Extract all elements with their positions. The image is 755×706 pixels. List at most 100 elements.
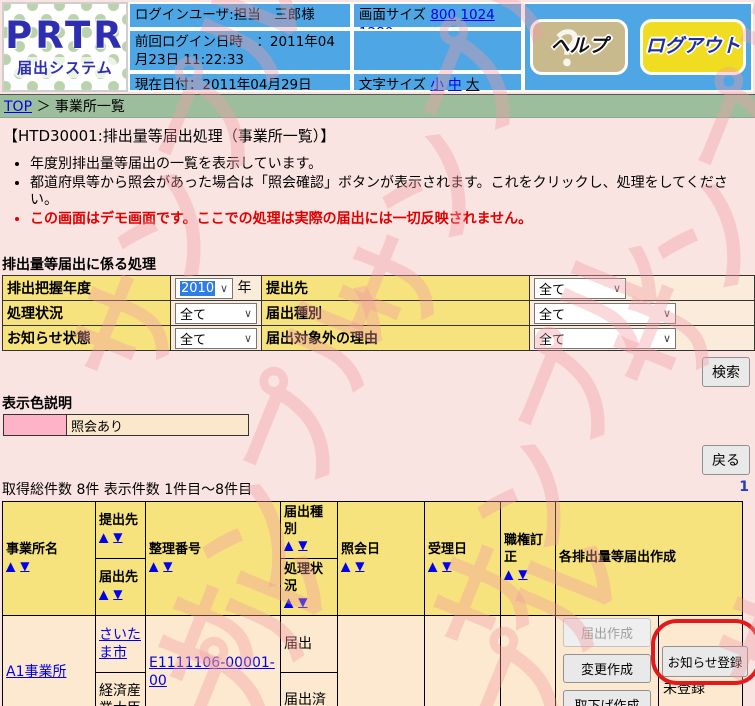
page-title: 【HTD30001:排出量等届出処理（事業所一覧）】 — [3, 127, 336, 145]
sort-desc-icon[interactable]: ▼ — [298, 595, 307, 609]
breadcrumb-current: 事業所一覧 — [54, 99, 125, 115]
header-spacer-cell — [351, 29, 523, 72]
header-accept-date-label: 受理日 — [428, 541, 468, 557]
screen-size-link-1024[interactable]: 1024 — [460, 7, 494, 23]
sort-desc-icon[interactable]: ▼ — [113, 530, 122, 544]
back-row: 戻る — [0, 445, 750, 475]
font-size-label: 文字サイズ — [358, 77, 427, 93]
sort-desc-icon[interactable]: ▼ — [298, 538, 307, 552]
logout-button[interactable]: ログアウト — [640, 19, 746, 75]
sort-asc-icon[interactable]: ▲ — [284, 595, 293, 609]
search-row: 検索 — [0, 357, 750, 387]
help-button[interactable]: ？ ヘルプ — [530, 19, 628, 76]
submit-to-select[interactable]: 全て ∨ — [534, 277, 626, 299]
sort-asc-icon[interactable]: ▲ — [341, 559, 350, 573]
legend-label: 照会あり — [67, 415, 248, 435]
sort-asc-icon[interactable]: ▲ — [6, 559, 15, 573]
header-create-label: 各排出量等届出作成 — [559, 550, 677, 566]
notice-status-label: お知らせ状態 — [2, 325, 171, 351]
process-status-select[interactable]: 全て ∨ — [175, 302, 257, 324]
report-type-select[interactable]: 全て ∨ — [534, 302, 676, 324]
sort-asc-icon[interactable]: ▲ — [99, 587, 108, 601]
font-size-link-large[interactable]: 大 — [466, 77, 480, 93]
sort-asc-icon[interactable]: ▲ — [284, 538, 293, 552]
exclusion-reason-cell: 全て ∨ — [529, 325, 755, 351]
font-size-link-medium[interactable]: 中 — [448, 77, 462, 93]
fiscal-year-value: 2010 — [180, 280, 216, 296]
chevron-down-icon: ∨ — [243, 306, 252, 320]
submit-to-cell: 全て ∨ — [529, 275, 755, 301]
header-bar: PRTR 届出システム ログインユーザ:担当 三郎様 前回ログイン日時 ：201… — [2, 2, 753, 93]
results-table: 事業所名 ▲ ▼ 提出先 ▲ ▼ 整理番号 ▲ ▼ 届出種別 ▲ ▼ 照会日 ▲ ▼ 受理… — [2, 501, 755, 706]
office-cell: A1事業所 — [2, 615, 96, 706]
header-ref-no: 整理番号 ▲ ▼ — [145, 501, 281, 616]
screen-size-row: 画面サイズ 800 1024 1280 — [351, 2, 523, 41]
inquiry-date-cell — [337, 615, 425, 706]
current-date-text: 現在日付：2011年04月29日 — [127, 72, 352, 93]
fiscal-year-select[interactable]: 2010 ∨ — [175, 277, 233, 299]
submit-to-label: 提出先 — [261, 275, 530, 301]
filter-section-title: 排出量等届出に係る処理 — [2, 257, 156, 273]
fiscal-year-cell: 2010 ∨ 年 — [170, 275, 262, 301]
font-size-row: 文字サイズ 小 中 大 — [351, 72, 523, 93]
sort-asc-icon[interactable]: ▲ — [149, 559, 158, 573]
header-office-label: 事業所名 — [6, 541, 59, 557]
breadcrumb-top-link[interactable]: TOP — [4, 99, 32, 115]
back-button[interactable]: 戻る — [702, 445, 750, 475]
note-item: 年度別排出量等届出の一覧を表示しています。 — [30, 156, 755, 174]
screen-size-link-800[interactable]: 800 — [430, 7, 456, 23]
create-withdrawal-button[interactable]: 取下げ作成 — [563, 690, 651, 706]
result-counts: 取得総件数 8件 表示件数 1件目～8件目 — [2, 482, 253, 498]
demo-warning-text: この画面はデモ画面です。ここでの処理は実際の届出には一切反映されません。 — [30, 211, 755, 229]
office-link[interactable]: A1事業所 — [6, 664, 66, 680]
header-submit-to-label: 提出先 — [99, 513, 139, 529]
chevron-down-icon: ∨ — [219, 281, 228, 295]
sort-desc-icon[interactable]: ▼ — [113, 587, 122, 601]
exclusion-reason-select[interactable]: 全て ∨ — [534, 327, 676, 349]
header-accept-date: 受理日 ▲ ▼ — [424, 501, 501, 616]
header-authority-correction: 職権訂正 ▲ ▼ — [500, 501, 556, 616]
chevron-down-icon: ∨ — [612, 281, 621, 295]
header-process-status-label: 処理状況 — [284, 561, 324, 594]
notice-cell: お知らせ登録 未登録 — [651, 615, 755, 706]
search-button[interactable]: 検索 — [702, 357, 750, 387]
screen-size-label: 画面サイズ — [358, 7, 427, 23]
sort-desc-icon[interactable]: ▼ — [518, 567, 527, 581]
sort-desc-icon[interactable]: ▼ — [163, 559, 172, 573]
notice-state-text: 未登録 — [663, 680, 705, 697]
sort-desc-icon[interactable]: ▼ — [442, 559, 451, 573]
sort-desc-icon[interactable]: ▼ — [20, 559, 29, 573]
fiscal-year-label: 排出把握年度 — [2, 275, 171, 301]
header-create: 各排出量等届出作成 — [554, 501, 744, 616]
help-button-label: ヘルプ — [550, 35, 608, 58]
report-type-label: 届出種別 — [261, 300, 530, 326]
notice-status-select[interactable]: 全て ∨ — [175, 327, 257, 349]
sort-asc-icon[interactable]: ▲ — [504, 567, 513, 581]
sort-asc-icon[interactable]: ▲ — [99, 530, 108, 544]
create-change-button[interactable]: 変更作成 — [563, 654, 651, 683]
submit-to-cell: さいたま市 — [95, 615, 146, 673]
process-status-label: 処理状況 — [2, 300, 171, 326]
exclusion-reason-label: 届出対象外の理由 — [261, 325, 530, 351]
notice-register-button[interactable]: お知らせ登録 — [662, 645, 748, 677]
page-number: 1 — [739, 479, 749, 495]
header-report-type-label: 届出種別 — [284, 504, 324, 537]
header-display-settings: 画面サイズ 800 1024 1280 文字サイズ 小 中 大 — [351, 2, 523, 93]
create-buttons-cell: 届出作成 変更作成 取下げ作成 — [555, 615, 659, 706]
header-submit-to: 提出先 ▲ ▼ — [95, 501, 146, 559]
header-authority-correction-label: 職権訂正 — [504, 533, 544, 566]
font-size-link-small[interactable]: 小 — [430, 77, 444, 93]
prtr-logo: PRTR 届出システム — [2, 2, 128, 92]
breadcrumb: TOP ＞ 事業所一覧 — [0, 94, 755, 118]
submit-to-link[interactable]: さいたま市 — [99, 627, 141, 661]
sort-desc-icon[interactable]: ▼ — [355, 559, 364, 573]
chevron-down-icon: ∨ — [662, 331, 671, 345]
logo-text: PRTR — [5, 13, 125, 57]
header-inquiry-date: 照会日 ▲ ▼ — [337, 501, 425, 616]
ref-no-link[interactable]: E1111106-00001-00 — [149, 655, 275, 689]
accept-date-cell — [424, 615, 501, 706]
notice-status-value: 全て — [180, 332, 207, 348]
logo-subtext: 届出システム — [13, 56, 117, 78]
process-status-value: 全て — [180, 307, 207, 323]
sort-asc-icon[interactable]: ▲ — [428, 559, 437, 573]
